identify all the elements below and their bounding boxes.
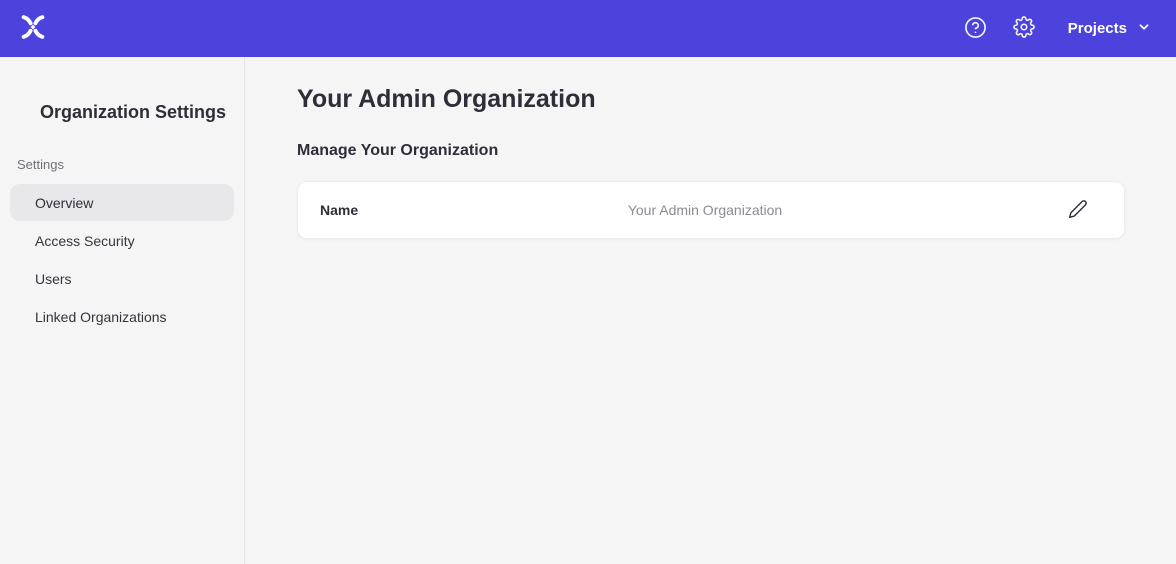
edit-name-button[interactable] [1066, 197, 1090, 224]
content-area: Organization Settings Settings Overview … [0, 57, 1176, 564]
sidebar-item-access-security[interactable]: Access Security [10, 222, 234, 259]
sidebar-section-label: Settings [17, 157, 244, 172]
projects-menu-label: Projects [1068, 20, 1127, 37]
chevron-down-icon [1137, 20, 1151, 38]
section-title: Manage Your Organization [297, 142, 1176, 160]
brand-logo-button[interactable] [18, 12, 48, 45]
app-root: Projects Organization Settings Settings … [0, 0, 1176, 564]
main-content: Your Admin Organization Manage Your Orga… [245, 57, 1176, 564]
sidebar-item-overview[interactable]: Overview [10, 184, 234, 221]
edit-zone [782, 197, 1090, 224]
gear-icon [1013, 16, 1035, 41]
name-field-value: Your Admin Organization [628, 202, 782, 218]
projects-menu-button[interactable]: Projects [1068, 20, 1151, 38]
brand-x-logo-icon [18, 12, 48, 45]
topbar-actions: Projects [964, 16, 1151, 42]
top-navigation-bar: Projects [0, 0, 1176, 57]
page-title: Your Admin Organization [297, 85, 1176, 113]
pencil-icon [1068, 199, 1088, 222]
settings-button[interactable] [1013, 16, 1035, 41]
help-circle-icon [964, 16, 987, 42]
name-field-label: Name [320, 202, 628, 218]
help-button[interactable] [964, 16, 987, 42]
sidebar: Organization Settings Settings Overview … [0, 57, 245, 564]
organization-name-card: Name Your Admin Organization [297, 181, 1125, 239]
sidebar-item-users[interactable]: Users [10, 260, 234, 297]
sidebar-nav: Overview Access Security Users Linked Or… [0, 184, 244, 335]
sidebar-title: Organization Settings [40, 101, 244, 123]
sidebar-item-linked-organizations[interactable]: Linked Organizations [10, 298, 234, 335]
